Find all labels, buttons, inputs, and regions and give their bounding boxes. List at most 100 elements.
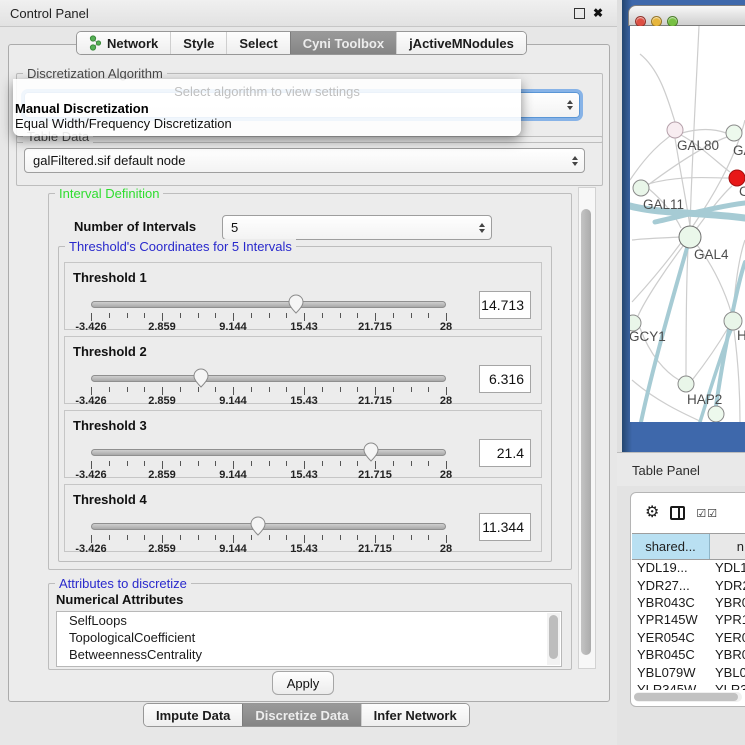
network-node[interactable] <box>667 122 683 138</box>
algorithm-dropdown-popup: Select algorithm to view settings Manual… <box>13 79 521 136</box>
control-panel-titlebar: Control Panel ✖ <box>0 0 617 27</box>
select-columns-checkboxes-icon[interactable]: ☑☑ <box>696 507 718 520</box>
network-window-titlebar[interactable] <box>628 5 745 26</box>
group-legend: Interval Definition <box>55 186 163 201</box>
scrollbar-thumb[interactable] <box>634 693 738 701</box>
table-row[interactable]: YDR27...YDR2 <box>632 576 745 593</box>
panel-title: Control Panel <box>10 6 89 21</box>
threshold-4-slider[interactable]: -3.4262.8599.14415.4321.71528 <box>91 485 446 553</box>
tab-cyni-toolbox[interactable]: Cyni Toolbox <box>290 32 396 54</box>
table-panel-window: ⚙ ☑☑ shared... n YDL19...YDL1YDR27...YDR… <box>630 492 745 707</box>
tab-infer-network[interactable]: Infer Network <box>361 704 469 726</box>
slider-track[interactable] <box>91 375 446 382</box>
table-row[interactable]: YLR345WYLR3 <box>632 681 745 690</box>
table-row[interactable]: YBL079WYBL0 <box>632 663 745 680</box>
table-row[interactable]: YBR045CYBR0 <box>632 646 745 663</box>
table-panel-titlebar: Table Panel <box>617 452 745 488</box>
numerical-attributes-list: SelfLoopsTopologicalCoefficientBetweenne… <box>57 612 561 663</box>
threshold-1-value[interactable]: 14.713 <box>479 291 531 319</box>
threshold-4-value[interactable]: 11.344 <box>479 513 531 541</box>
float-panel-icon[interactable] <box>574 8 585 19</box>
tab-discretize-data[interactable]: Discretize Data <box>242 704 360 726</box>
column-header-shared-name[interactable]: shared... <box>632 534 710 559</box>
gear-icon[interactable]: ⚙ <box>645 505 659 521</box>
network-icon <box>89 35 102 51</box>
scrollbar-thumb[interactable] <box>549 615 558 659</box>
slider-tick-labels: -3.4262.8599.14415.4321.71528 <box>91 321 446 333</box>
table-data-combobox[interactable]: galFiltered.sif default node <box>24 148 585 173</box>
node-label: GA <box>733 143 745 158</box>
threshold-3-panel: Threshold 3 -3.4262.8599.14415.4321.7152… <box>64 410 542 478</box>
split-columns-icon[interactable] <box>670 506 685 520</box>
list-scrollbar[interactable] <box>547 613 560 665</box>
threshold-2-value[interactable]: 6.316 <box>479 365 531 393</box>
control-panel: Control Panel ✖ Network Sty <box>0 0 617 745</box>
threshold-3-value[interactable]: 21.4 <box>479 439 531 467</box>
network-node[interactable] <box>679 226 701 248</box>
combo-stepper-icon <box>572 156 578 166</box>
scrollbar-thumb[interactable] <box>581 209 591 655</box>
dropdown-hint: Select algorithm to view settings <box>13 84 521 99</box>
slider-handle[interactable] <box>249 515 267 537</box>
slider-tick-labels: -3.4262.8599.14415.4321.71528 <box>91 395 446 407</box>
threshold-2-panel: Threshold 2 -3.4262.8599.14415.4321.7152… <box>64 336 542 404</box>
table-header-row: shared... n <box>632 533 745 560</box>
numerical-attributes-title: Numerical Attributes <box>56 592 183 607</box>
node-label: GAL4 <box>694 247 729 262</box>
tab-style[interactable]: Style <box>170 32 226 54</box>
numerical-attributes-listbox: SelfLoopsTopologicalCoefficientBetweenne… <box>56 611 562 667</box>
top-tab-bar: Network Style Select Cyni Toolbox jActiv… <box>76 31 527 55</box>
attribute-list-item[interactable]: TopologicalCoefficient <box>57 629 561 646</box>
table-row[interactable]: YER054CYER0 <box>632 629 745 646</box>
dropdown-option-manual[interactable]: Manual Discretization <box>15 101 149 116</box>
table-horizontal-scrollbar[interactable] <box>634 692 742 702</box>
threshold-2-slider[interactable]: -3.4262.8599.14415.4321.71528 <box>91 337 446 405</box>
threshold-4-panel: Threshold 4 -3.4262.8599.14415.4321.7152… <box>64 484 542 552</box>
tab-select[interactable]: Select <box>226 32 289 54</box>
slider-track[interactable] <box>91 523 446 530</box>
network-node[interactable] <box>678 376 694 392</box>
threshold-3-slider[interactable]: -3.4262.8599.14415.4321.71528 <box>91 411 446 479</box>
node-label: C <box>739 184 745 199</box>
table-rows: YDL19...YDL1YDR27...YDR2YBR043CYBR0YPR14… <box>632 559 745 690</box>
bottom-tab-bar: Impute Data Discretize Data Infer Networ… <box>143 703 470 727</box>
attribute-list-item[interactable]: BetweennessCentrality <box>57 646 561 663</box>
combo-value: galFiltered.sif default node <box>33 153 185 168</box>
network-node[interactable] <box>708 406 724 422</box>
table-row[interactable]: YPR145WYPR1 <box>632 611 745 628</box>
app-root: Control Panel ✖ Network Sty <box>0 0 745 745</box>
main-vertical-scrollbar[interactable] <box>578 187 596 669</box>
group-legend: Attributes to discretize <box>55 576 191 591</box>
tab-jactivemnodules[interactable]: jActiveMNodules <box>396 32 526 54</box>
slider-track[interactable] <box>91 449 446 456</box>
apply-button[interactable]: Apply <box>272 671 334 695</box>
combo-value: 5 <box>231 220 238 235</box>
network-canvas[interactable]: GAL80GACGAL11GAL4GCY1HHAP2 <box>630 26 745 422</box>
tab-network[interactable]: Network <box>77 32 170 54</box>
slider-tick-labels: -3.4262.8599.14415.4321.71528 <box>91 543 446 555</box>
close-icon[interactable]: ✖ <box>593 7 603 19</box>
tab-label: Network <box>107 36 158 51</box>
number-of-intervals-combobox[interactable]: 5 <box>222 215 492 240</box>
slider-handle[interactable] <box>192 367 210 389</box>
node-label: GCY1 <box>630 329 666 344</box>
threshold-1-panel: Threshold 1 -3.4262.8599.14415.4321.7152… <box>64 262 542 330</box>
column-header-name[interactable]: n <box>710 534 745 559</box>
node-label: GAL80 <box>677 138 719 153</box>
combo-stepper-icon <box>479 223 485 233</box>
slider-track[interactable] <box>91 301 446 308</box>
number-of-intervals-label: Number of Intervals <box>74 219 196 234</box>
table-row[interactable]: YBR043CYBR0 <box>632 594 745 611</box>
network-node[interactable] <box>633 180 649 196</box>
table-panel-title: Table Panel <box>632 463 700 478</box>
attribute-list-item[interactable]: SelfLoops <box>57 612 561 629</box>
slider-tick-labels: -3.4262.8599.14415.4321.71528 <box>91 469 446 481</box>
threshold-1-slider[interactable]: -3.4262.8599.14415.4321.71528 <box>91 263 446 331</box>
table-toolbar: ⚙ ☑☑ <box>631 493 745 533</box>
tab-impute-data[interactable]: Impute Data <box>144 704 242 726</box>
network-node[interactable] <box>726 125 742 141</box>
slider-handle[interactable] <box>287 293 305 315</box>
slider-handle[interactable] <box>362 441 380 463</box>
dropdown-option-equal-width[interactable]: Equal Width/Frequency Discretization <box>15 116 232 131</box>
table-row[interactable]: YDL19...YDL1 <box>632 559 745 576</box>
